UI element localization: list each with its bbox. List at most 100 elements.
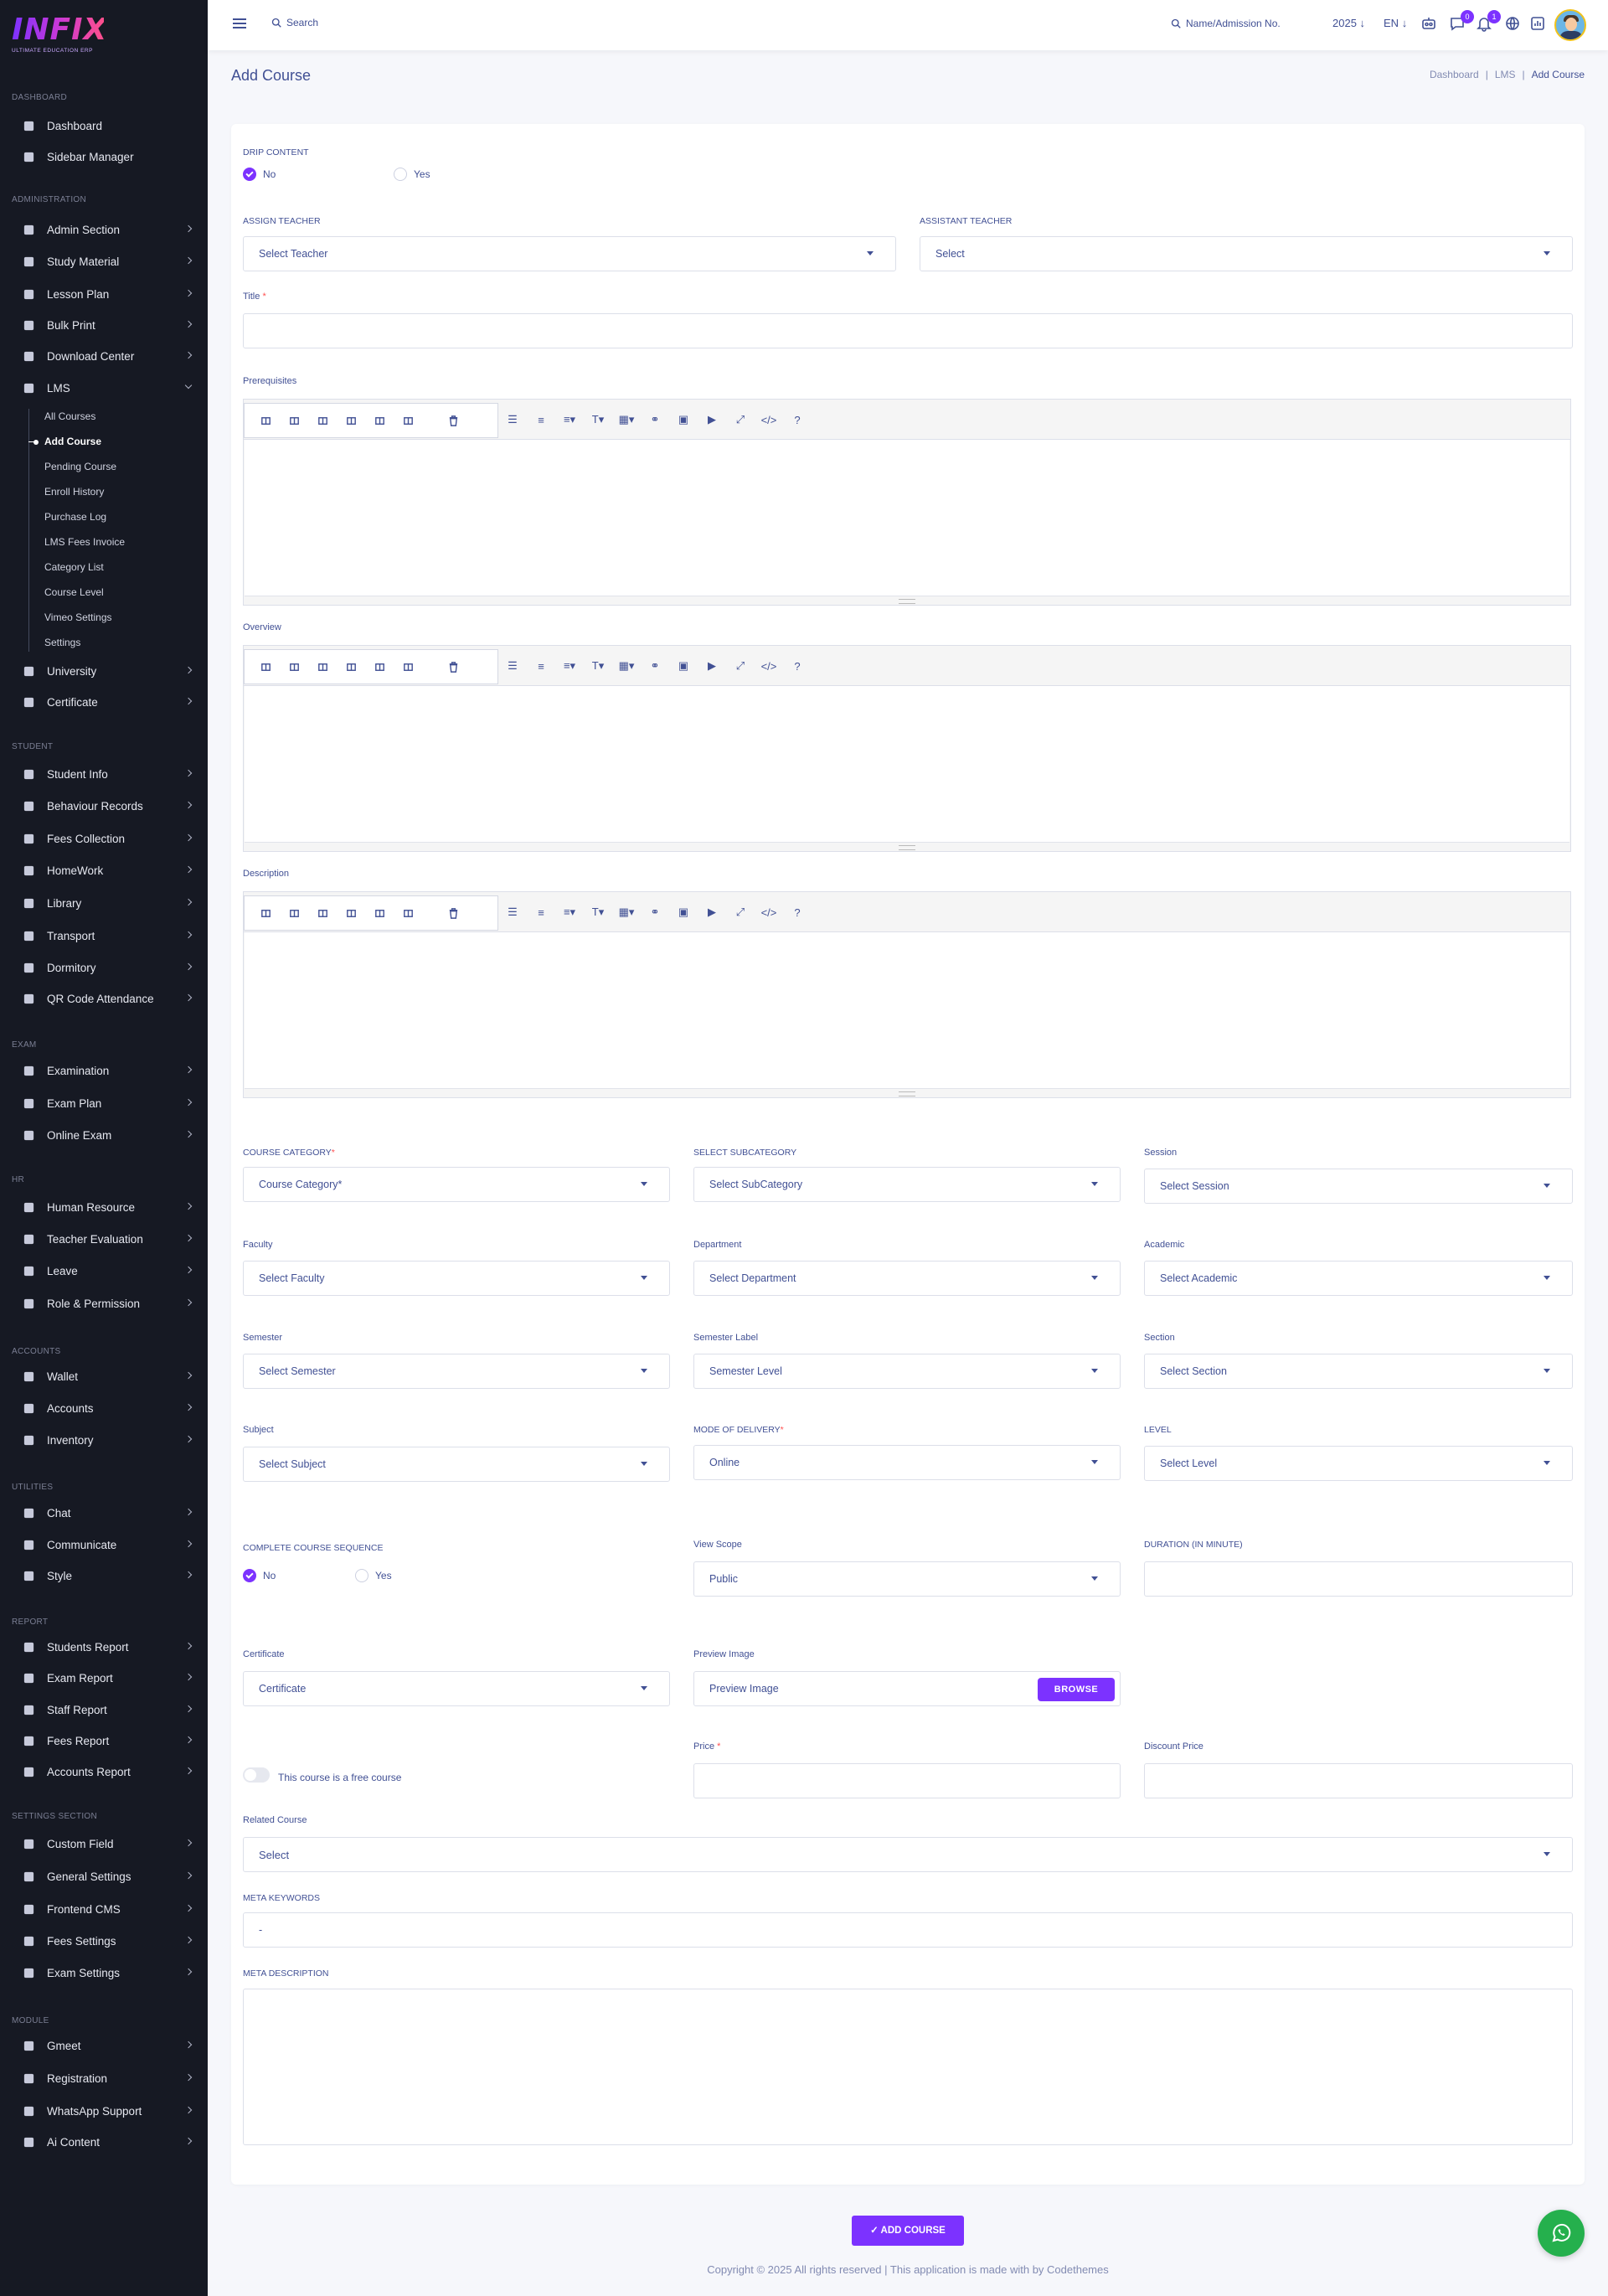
- delete-row-icon[interactable]: [365, 408, 394, 433]
- delete-row-icon[interactable]: [365, 654, 394, 679]
- user-avatar[interactable]: [1554, 9, 1586, 41]
- sidebar-item-homework[interactable]: HomeWork: [0, 858, 208, 883]
- faculty-select[interactable]: Select Faculty: [243, 1261, 670, 1296]
- chart-icon[interactable]: [1529, 15, 1548, 34]
- trash-icon[interactable]: [439, 654, 467, 679]
- add-course-button[interactable]: ✓ ADD COURSE: [852, 2216, 964, 2246]
- table-icon[interactable]: ▦▾: [612, 900, 641, 925]
- help-icon[interactable]: ?: [783, 407, 812, 432]
- academic-select[interactable]: Select Academic: [1144, 1261, 1573, 1296]
- sidebar-item-bulk-print[interactable]: Bulk Print: [0, 312, 208, 338]
- trash-icon[interactable]: [439, 900, 467, 926]
- sidebar-item-exam-plan[interactable]: Exam Plan: [0, 1091, 208, 1116]
- lms-sub-item[interactable]: Settings: [44, 637, 80, 648]
- sidebar-item-download-center[interactable]: Download Center: [0, 343, 208, 369]
- discount-price-input[interactable]: [1144, 1763, 1573, 1798]
- sidebar-item-fees-settings[interactable]: Fees Settings: [0, 1928, 208, 1953]
- sidebar-item-gmeet[interactable]: Gmeet: [0, 2033, 208, 2058]
- sidebar-item-university[interactable]: University: [0, 658, 208, 684]
- sequence-no-radio[interactable]: No: [243, 1569, 276, 1582]
- free-course-toggle[interactable]: [243, 1767, 270, 1783]
- sidebar-item-qr-code-attendance[interactable]: QR Code Attendance: [0, 986, 208, 1011]
- related-course-select[interactable]: Select: [243, 1837, 1573, 1872]
- subcategory-select[interactable]: Select SubCategory: [693, 1167, 1121, 1202]
- semester-label-select[interactable]: Semester Level: [693, 1354, 1121, 1389]
- editor-body[interactable]: [245, 686, 1569, 843]
- sidebar-item-dormitory[interactable]: Dormitory: [0, 955, 208, 980]
- sidebar-item-role-permission[interactable]: Role & Permission: [0, 1291, 208, 1316]
- sidebar-item-ai-content[interactable]: Ai Content: [0, 2129, 208, 2154]
- table-icon[interactable]: ▦▾: [612, 653, 641, 678]
- certificate-select[interactable]: Certificate: [243, 1671, 670, 1706]
- trash-icon[interactable]: [439, 408, 467, 433]
- student-search[interactable]: Name/Admission No.: [1171, 18, 1281, 29]
- list-ul-icon[interactable]: ☰: [498, 900, 527, 925]
- sidebar-item-wallet[interactable]: Wallet: [0, 1364, 208, 1389]
- course-category-select[interactable]: Course Category*: [243, 1167, 670, 1202]
- delete-row-icon[interactable]: [365, 900, 394, 926]
- sidebar-item-frontend-cms[interactable]: Frontend CMS: [0, 1896, 208, 1922]
- subject-select[interactable]: Select Subject: [243, 1447, 670, 1482]
- sidebar-item-human-resource[interactable]: Human Resource: [0, 1194, 208, 1220]
- font-size-icon[interactable]: T▾: [584, 900, 612, 925]
- editor-body[interactable]: [245, 932, 1569, 1089]
- link-icon[interactable]: ⚭: [641, 407, 669, 432]
- global-search[interactable]: Search: [271, 17, 318, 28]
- image-icon[interactable]: ▣: [669, 407, 698, 432]
- sidebar-item-students-report[interactable]: Students Report: [0, 1634, 208, 1659]
- lms-sub-item[interactable]: Enroll History: [44, 486, 104, 498]
- view-scope-select[interactable]: Public: [693, 1561, 1121, 1597]
- lms-sub-item[interactable]: Purchase Log: [44, 511, 106, 523]
- align-icon[interactable]: ≡▾: [555, 653, 584, 678]
- breadcrumb-lms[interactable]: LMS: [1495, 69, 1516, 80]
- sidebar-item-fees-collection[interactable]: Fees Collection: [0, 826, 208, 851]
- editor-resize-handle[interactable]: [244, 596, 1570, 605]
- duration-input[interactable]: [1144, 1561, 1573, 1597]
- sidebar-item-accounts-report[interactable]: Accounts Report: [0, 1759, 208, 1784]
- lms-sub-item[interactable]: Course Level: [44, 586, 104, 598]
- editor-body[interactable]: [245, 440, 1569, 596]
- fullscreen-icon[interactable]: ⤢: [726, 653, 755, 678]
- editor-resize-handle[interactable]: [244, 843, 1570, 851]
- fullscreen-icon[interactable]: ⤢: [726, 900, 755, 925]
- font-size-icon[interactable]: T▾: [584, 653, 612, 678]
- breadcrumb-dashboard[interactable]: Dashboard: [1430, 69, 1479, 80]
- sidebar-item-communicate[interactable]: Communicate: [0, 1532, 208, 1557]
- insert-left-icon[interactable]: [308, 900, 337, 926]
- link-icon[interactable]: ⚭: [641, 900, 669, 925]
- lms-sub-item[interactable]: All Courses: [44, 410, 95, 422]
- sidebar-item-exam-report[interactable]: Exam Report: [0, 1665, 208, 1690]
- bell-icon[interactable]: 1: [1476, 10, 1501, 34]
- sidebar-item-certificate[interactable]: Certificate: [0, 689, 208, 715]
- menu-toggle-icon[interactable]: [233, 18, 246, 30]
- sidebar-item-staff-report[interactable]: Staff Report: [0, 1697, 208, 1722]
- sidebar-item-chat[interactable]: Chat: [0, 1500, 208, 1525]
- sidebar-item-style[interactable]: Style: [0, 1563, 208, 1588]
- delete-col-icon[interactable]: [394, 900, 422, 926]
- delete-col-icon[interactable]: [394, 654, 422, 679]
- delivery-select[interactable]: Online: [693, 1445, 1121, 1480]
- section-select[interactable]: Select Section: [1144, 1354, 1573, 1389]
- meta-keywords-input[interactable]: -: [243, 1912, 1573, 1948]
- sidebar-item-sidebar-manager[interactable]: Sidebar Manager: [0, 144, 208, 169]
- sidebar-item-study-material[interactable]: Study Material: [0, 249, 208, 274]
- sidebar-item-lms[interactable]: LMS: [0, 375, 208, 400]
- sidebar-item-teacher-evaluation[interactable]: Teacher Evaluation: [0, 1226, 208, 1251]
- title-input[interactable]: [243, 313, 1573, 348]
- align-top-icon[interactable]: [280, 900, 308, 926]
- assistant-teacher-select[interactable]: Select: [920, 236, 1573, 271]
- list-ol-icon[interactable]: ≡: [527, 407, 555, 432]
- paint-icon[interactable]: [251, 408, 280, 433]
- sidebar-item-library[interactable]: Library: [0, 890, 208, 916]
- message-icon[interactable]: 0: [1449, 10, 1474, 34]
- paint-icon[interactable]: [251, 654, 280, 679]
- sidebar-item-online-exam[interactable]: Online Exam: [0, 1122, 208, 1148]
- code-icon[interactable]: </>: [755, 653, 783, 678]
- sidebar-item-inventory[interactable]: Inventory: [0, 1427, 208, 1452]
- sidebar-item-student-info[interactable]: Student Info: [0, 761, 208, 787]
- image-icon[interactable]: ▣: [669, 900, 698, 925]
- sidebar-item-registration[interactable]: Registration: [0, 2066, 208, 2091]
- list-ul-icon[interactable]: ☰: [498, 407, 527, 432]
- sidebar-item-accounts[interactable]: Accounts: [0, 1396, 208, 1421]
- align-icon[interactable]: ≡▾: [555, 407, 584, 432]
